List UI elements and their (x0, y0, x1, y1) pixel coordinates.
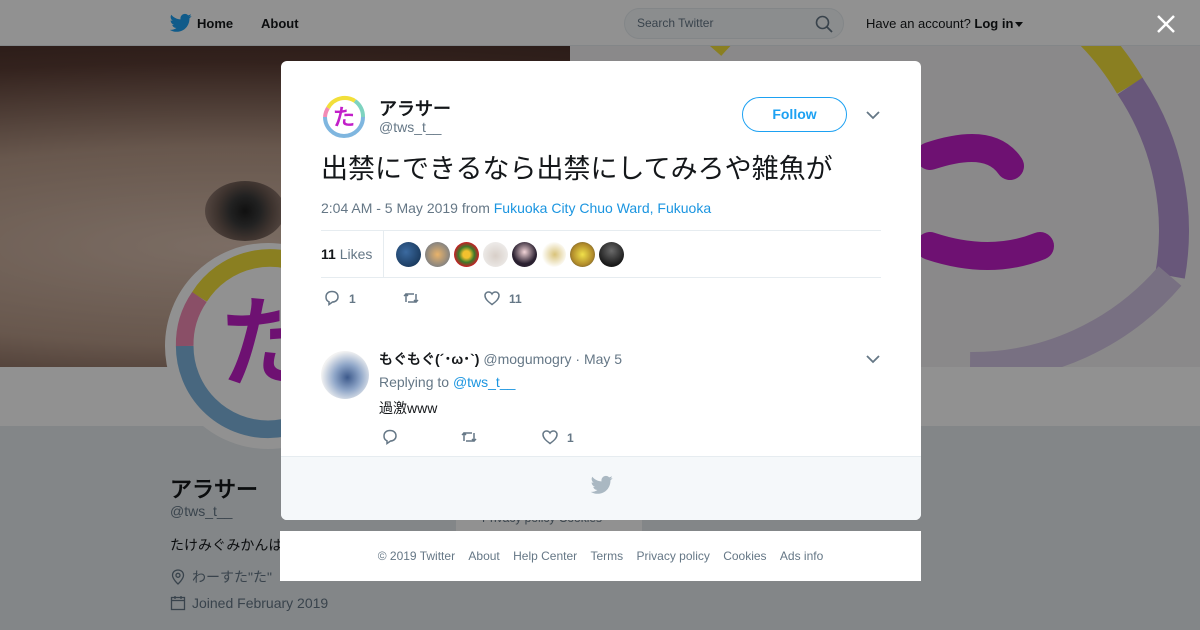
liker-avatars (396, 242, 628, 267)
footer-copyright: © 2019 Twitter (377, 549, 456, 563)
heart-icon[interactable] (483, 289, 501, 307)
retweet-action[interactable] (402, 289, 428, 309)
liker-avatar[interactable] (541, 242, 566, 267)
chevron-down-icon[interactable] (865, 353, 881, 365)
reply-author-avatar[interactable] (321, 351, 369, 399)
tweet-author-avatar[interactable]: た (321, 94, 367, 140)
retweet-action[interactable] (460, 428, 486, 448)
like-action[interactable]: 1 (541, 428, 574, 448)
footer-terms[interactable]: Terms (590, 549, 623, 563)
liker-avatar[interactable] (570, 242, 595, 267)
footer-about[interactable]: About (468, 549, 499, 563)
liker-avatar[interactable] (425, 242, 450, 267)
retweet-icon[interactable] (402, 289, 420, 307)
replying-to-link[interactable]: @tws_t__ (453, 374, 515, 390)
tweet-modal: た アラサー @tws_t__ Follow 出禁にできるなら出禁にしてみろや雑… (281, 61, 921, 520)
replying-to: Replying to @tws_t__ (379, 374, 515, 390)
footer-cookies[interactable]: Cookies (723, 549, 766, 563)
footer-ads[interactable]: Ads info (780, 549, 823, 563)
svg-text:た: た (333, 106, 355, 131)
reply-author-name[interactable]: もぐもぐ(´･ω･`) (379, 351, 479, 367)
tweet-author-handle[interactable]: @tws_t__ (379, 119, 441, 135)
tweet-location-link[interactable]: Fukuoka City Chuo Ward, Fukuoka (494, 200, 711, 216)
liker-avatar[interactable] (396, 242, 421, 267)
modal-footer (281, 456, 921, 520)
reply-action[interactable] (381, 428, 407, 448)
liker-avatar[interactable] (483, 242, 508, 267)
tweet-timestamp[interactable]: 2:04 AM - 5 May 2019 from (321, 200, 494, 216)
heart-icon[interactable] (541, 428, 559, 446)
likes-count[interactable]: 11 Likes (321, 246, 372, 262)
replying-prefix: Replying to (379, 374, 453, 390)
author-avatar-logo: た (321, 94, 367, 140)
liker-avatar[interactable] (454, 242, 479, 267)
reply-icon[interactable] (323, 289, 341, 307)
reply-header: もぐもぐ(´･ω･`) @mogumogry · May 5 (379, 349, 622, 369)
reply-action[interactable]: 1 (323, 289, 356, 309)
footer-help[interactable]: Help Center (513, 549, 577, 563)
footer-privacy[interactable]: Privacy policy (637, 549, 710, 563)
close-icon[interactable] (1155, 13, 1177, 35)
stats-divider (383, 231, 384, 277)
tweet-text: 出禁にできるなら出禁にしてみろや雑魚が (321, 154, 833, 184)
retweet-icon[interactable] (460, 428, 478, 446)
reply-text: 過激www (379, 400, 438, 416)
reply-count: 1 (349, 292, 356, 306)
reply-date[interactable]: · May 5 (575, 351, 622, 367)
reply-author-handle[interactable]: @mogumogry (483, 351, 571, 367)
liker-avatar[interactable] (512, 242, 537, 267)
chevron-down-icon[interactable] (865, 109, 881, 121)
tweet-metadata: 2:04 AM - 5 May 2019 from Fukuoka City C… (321, 200, 711, 216)
tweet-stats: 11 Likes (321, 230, 881, 278)
reply-icon[interactable] (381, 428, 399, 446)
like-count: 11 (509, 292, 522, 306)
like-count: 1 (567, 431, 574, 445)
tweet-author-name[interactable]: アラサー (379, 95, 451, 121)
follow-button[interactable]: Follow (742, 97, 847, 132)
twitter-bird-icon[interactable] (591, 475, 613, 495)
liker-avatar[interactable] (599, 242, 624, 267)
like-action[interactable]: 11 (483, 289, 522, 309)
likes-number: 11 (321, 246, 336, 262)
likes-label: Likes (335, 246, 373, 262)
page-footer: © 2019 Twitter About Help Center Terms P… (280, 531, 921, 581)
